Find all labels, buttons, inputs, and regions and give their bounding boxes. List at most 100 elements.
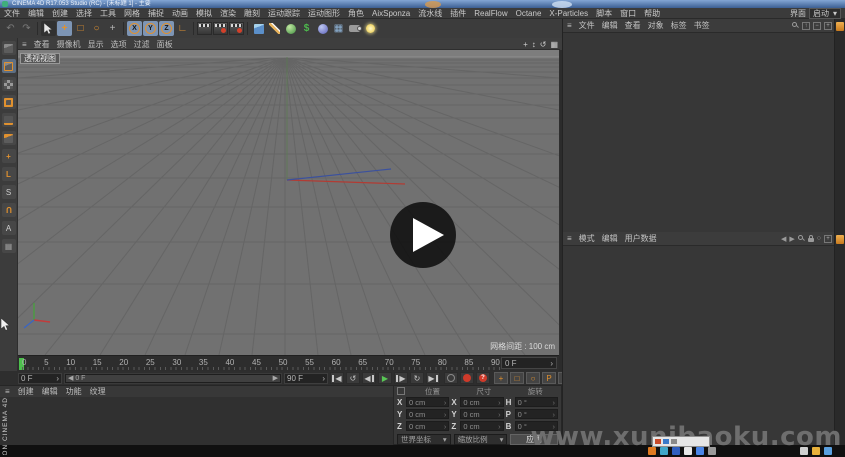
stepper-icon[interactable]: › — [444, 410, 447, 419]
history-forward-icon[interactable]: ▶ — [789, 235, 794, 243]
lock-z-axis-button[interactable]: Z — [159, 21, 174, 36]
menu-simulate[interactable]: 模拟 — [192, 8, 216, 19]
stepper-icon[interactable]: › — [550, 359, 553, 368]
size-x-field[interactable]: 0 cm› — [460, 397, 503, 407]
pos-y-field[interactable]: 0 cm› — [406, 409, 449, 419]
play-button[interactable]: ▶ — [378, 372, 392, 384]
object-manager-tab-icon[interactable] — [836, 22, 844, 31]
add-subdivision-surface-button[interactable] — [283, 21, 298, 36]
om-menu-tags[interactable]: 标签 — [671, 20, 687, 31]
stepper-icon[interactable]: › — [498, 422, 501, 431]
make-editable-button[interactable] — [2, 41, 16, 55]
am-menu-edit[interactable]: 编辑 — [602, 233, 618, 244]
stepper-icon[interactable]: › — [552, 398, 555, 407]
model-mode-button[interactable] — [2, 59, 16, 73]
live-selection-button[interactable] — [41, 21, 56, 36]
material-menu-texture[interactable]: 纹理 — [90, 386, 106, 397]
rot-p-field[interactable]: 0 °› — [515, 409, 558, 419]
hamburger-icon[interactable]: ≡ — [5, 387, 10, 396]
range-left-grip[interactable]: ◀ 0 F — [68, 374, 85, 382]
points-mode-button[interactable] — [2, 95, 16, 109]
preview-range-slider[interactable]: ◀ 0 F ▶ — [64, 373, 282, 384]
size-mode-select[interactable]: 缩放比例▾ — [454, 434, 508, 445]
menu-file[interactable]: 文件 — [0, 8, 24, 19]
quantize-button[interactable]: A — [2, 221, 16, 235]
lock-workplane-button[interactable]: ▦ — [2, 239, 16, 253]
add-camera-button[interactable] — [347, 21, 362, 36]
material-menu-edit[interactable]: 编辑 — [42, 386, 58, 397]
viewport-menu-options[interactable]: 选项 — [111, 39, 127, 50]
record-keyframe-button[interactable] — [460, 372, 474, 384]
stepper-icon[interactable]: › — [322, 374, 325, 383]
om-menu-objects[interactable]: 对象 — [648, 20, 664, 31]
viewport-menu-panel[interactable]: 面板 — [157, 39, 173, 50]
om-menu-view[interactable]: 查看 — [625, 20, 641, 31]
render-view-button[interactable] — [197, 21, 212, 36]
material-menu-function[interactable]: 功能 — [66, 386, 82, 397]
menu-script[interactable]: 脚本 — [592, 8, 616, 19]
attribute-manager-content[interactable] — [563, 246, 835, 445]
add-deformer-button[interactable] — [315, 21, 330, 36]
expand-icon[interactable]: + — [824, 22, 832, 30]
record-parameter-toggle[interactable]: P — [542, 372, 556, 384]
menu-motion-tracker[interactable]: 运动跟踪 — [264, 8, 304, 19]
menu-tools[interactable]: 工具 — [96, 8, 120, 19]
size-y-field[interactable]: 0 cm› — [460, 409, 503, 419]
menu-sculpt[interactable]: 雕刻 — [240, 8, 264, 19]
record-scale-toggle[interactable]: □ — [510, 372, 524, 384]
polygons-mode-button[interactable] — [2, 131, 16, 145]
object-manager-content[interactable] — [563, 33, 835, 232]
material-menu-create[interactable]: 创建 — [18, 386, 34, 397]
previous-frame-button[interactable]: ◀ — [362, 372, 376, 384]
ime-toolbar[interactable] — [652, 436, 710, 447]
texture-mode-button[interactable] — [2, 77, 16, 91]
rot-h-field[interactable]: 0 °› — [515, 397, 558, 407]
menu-help[interactable]: 帮助 — [640, 8, 664, 19]
menu-pipeline[interactable]: 流水线 — [414, 8, 446, 19]
stepper-icon[interactable]: › — [552, 410, 555, 419]
move-tool-button[interactable]: + — [57, 21, 72, 36]
layout-select[interactable]: 启动 ▾ — [809, 8, 841, 19]
material-manager-content[interactable] — [0, 397, 393, 445]
menu-octane[interactable]: Octane — [512, 9, 546, 18]
viewport-menu-cameras[interactable]: 摄像机 — [57, 39, 81, 50]
menu-create[interactable]: 创建 — [48, 8, 72, 19]
om-menu-edit[interactable]: 编辑 — [602, 20, 618, 31]
add-cube-button[interactable] — [251, 21, 266, 36]
viewport-menu-filter[interactable]: 过滤 — [134, 39, 150, 50]
menu-select[interactable]: 选择 — [72, 8, 96, 19]
coordinate-system-button[interactable]: ∟ — [175, 21, 190, 36]
rotate-view-icon[interactable]: ↺ — [540, 40, 547, 49]
collapse-icon[interactable]: − — [813, 22, 821, 30]
size-z-field[interactable]: 0 cm› — [460, 421, 503, 431]
rotate-tool-button[interactable]: ○ — [89, 21, 104, 36]
history-back-icon[interactable]: ◀ — [781, 235, 786, 243]
zoom-view-icon[interactable]: ↕ — [532, 40, 536, 49]
path-up-icon[interactable]: ↑ — [802, 22, 810, 30]
menu-xparticles[interactable]: X-Particles — [545, 9, 592, 18]
viewport-solo-button[interactable]: S — [2, 185, 16, 199]
hamburger-icon[interactable]: ≡ — [22, 40, 27, 49]
current-frame-field[interactable]: 0 F › — [18, 373, 62, 384]
pan-view-icon[interactable]: + — [523, 40, 528, 49]
previous-key-button[interactable]: ↺ — [346, 372, 360, 384]
toggle-views-icon[interactable]: ▦ — [550, 40, 558, 49]
track-icon[interactable]: ○ — [817, 235, 821, 242]
menu-render[interactable]: 渲染 — [216, 8, 240, 19]
viewport-label[interactable]: 透视视图 — [20, 53, 60, 64]
next-key-button[interactable]: ↻ — [410, 372, 424, 384]
ruler-frame-field[interactable]: 0 F › — [501, 357, 557, 369]
am-menu-mode[interactable]: 模式 — [579, 233, 595, 244]
menu-snap[interactable]: 捕捉 — [144, 8, 168, 19]
range-right-grip[interactable]: ▶ — [273, 374, 278, 382]
om-menu-bookmarks[interactable]: 书签 — [694, 20, 710, 31]
viewport-menu-display[interactable]: 显示 — [88, 39, 104, 50]
menu-edit[interactable]: 编辑 — [24, 8, 48, 19]
draw-spline-button[interactable] — [267, 21, 282, 36]
pos-z-field[interactable]: 0 cm› — [406, 421, 449, 431]
record-position-toggle[interactable]: + — [494, 372, 508, 384]
new-panel-icon[interactable]: + — [824, 235, 832, 243]
om-menu-file[interactable]: 文件 — [579, 20, 595, 31]
render-to-picture-viewer-button[interactable] — [213, 21, 228, 36]
lock-icon[interactable] — [808, 235, 814, 242]
